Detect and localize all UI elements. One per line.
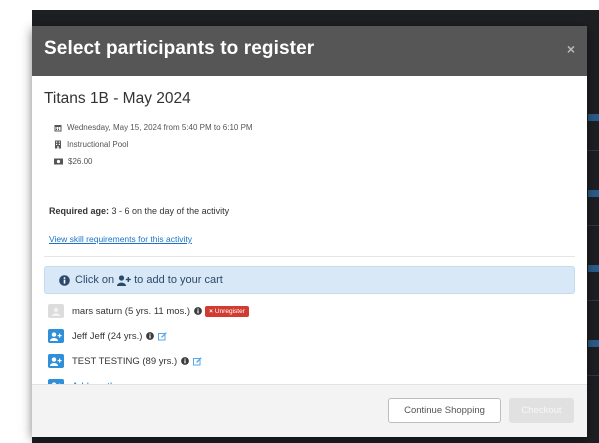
participant-name: mars saturn (5 yrs. 11 mos.) — [72, 305, 191, 317]
required-age: Required age: 3 - 6 on the day of the ac… — [49, 206, 229, 216]
skill-requirements-link[interactable]: View skill requirements for this activit… — [49, 234, 192, 244]
backdrop-divider — [587, 300, 599, 301]
modal-footer: Continue Shopping Checkout — [32, 384, 587, 437]
info-banner: Click on to add to your cart — [44, 266, 575, 294]
backdrop-highlight — [588, 265, 599, 272]
money-icon — [54, 158, 63, 165]
schedule-row: Wednesday, May 15, 2024 from 5:40 PM to … — [54, 123, 253, 132]
participant-name: TEST TESTING (89 yrs.) — [72, 355, 178, 367]
location-row: Instructional Pool — [54, 140, 128, 149]
backdrop-highlight — [588, 340, 599, 347]
banner-suffix: to add to your cart — [134, 274, 223, 286]
checkout-button[interactable]: Checkout — [509, 398, 574, 423]
info-icon[interactable] — [194, 307, 202, 315]
participant-row: TEST TESTING (89 yrs.) — [48, 353, 202, 369]
user-icon — [48, 304, 64, 318]
modal-title: Select participants to register — [44, 38, 315, 59]
unregister-button[interactable]: × Unregister — [205, 305, 249, 317]
info-circle-icon — [59, 274, 70, 286]
modal-header: Select participants to register × — [32, 26, 587, 76]
add-user-button[interactable] — [48, 329, 64, 343]
backdrop-divider — [587, 150, 599, 151]
price-row: $26.00 — [54, 157, 92, 166]
required-age-label: Required age: — [49, 206, 110, 216]
schedule-text: Wednesday, May 15, 2024 from 5:40 PM to … — [67, 123, 253, 132]
user-plus-icon — [117, 274, 131, 286]
close-icon: × — [209, 307, 213, 315]
price-text: $26.00 — [68, 157, 93, 166]
banner-prefix: Click on — [75, 274, 115, 286]
info-icon[interactable] — [146, 332, 155, 340]
register-modal: Select participants to register × Titans… — [32, 26, 587, 437]
close-button[interactable]: × — [567, 41, 575, 57]
backdrop-edge — [0, 0, 32, 443]
backdrop-top-edge — [32, 0, 599, 10]
building-icon — [55, 140, 61, 149]
edit-icon[interactable] — [158, 331, 168, 341]
participant-row: mars saturn (5 yrs. 11 mos.) × Unregiste… — [48, 303, 249, 319]
calendar-icon — [54, 124, 62, 131]
backdrop-divider — [587, 225, 599, 226]
info-icon[interactable] — [181, 357, 190, 365]
unregister-label: Unregister — [214, 307, 245, 315]
backdrop-highlight — [588, 114, 599, 121]
continue-shopping-button[interactable]: Continue Shopping — [388, 398, 501, 423]
participant-name: Jeff Jeff (24 yrs.) — [72, 330, 143, 342]
section-divider — [44, 256, 575, 257]
activity-title: Titans 1B - May 2024 — [44, 90, 191, 107]
add-user-button[interactable] — [48, 354, 64, 368]
required-age-value: 3 - 6 on the day of the activity — [109, 206, 230, 216]
participant-row: Jeff Jeff (24 yrs.) — [48, 328, 168, 344]
backdrop-divider — [587, 375, 599, 376]
location-text: Instructional Pool — [67, 140, 129, 149]
backdrop-highlight — [588, 190, 599, 197]
edit-icon[interactable] — [193, 356, 202, 366]
